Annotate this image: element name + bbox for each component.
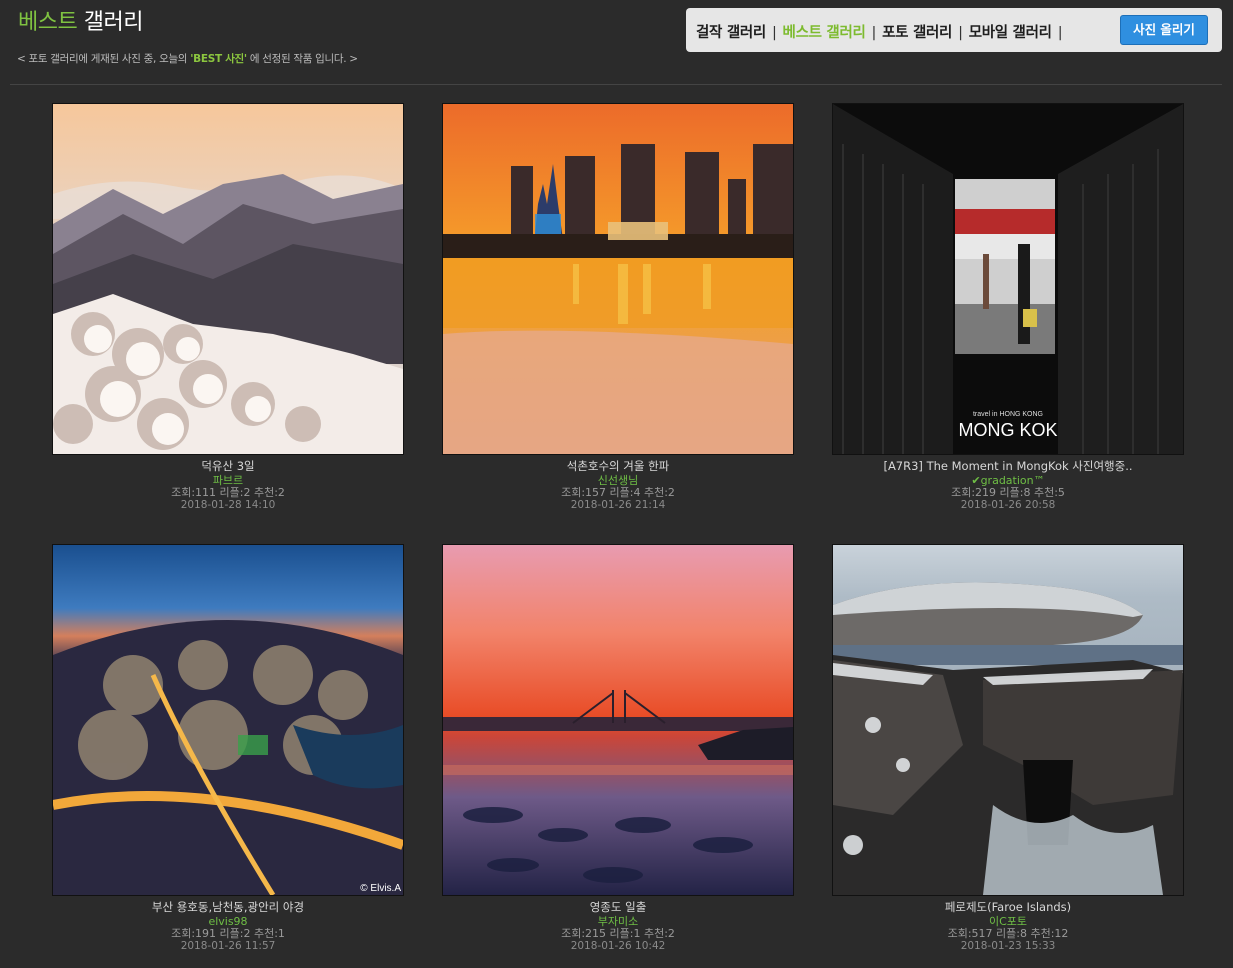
gallery-card[interactable]: 페로제도(Faroe Islands) 이C포토 조회:517 리플:8 추천:… [832,544,1184,952]
photo-thumbnail[interactable]: © Elvis.A [52,544,404,896]
nav-masterpiece-gallery[interactable]: 걸작 갤러리 [696,25,766,41]
busan-night-image: © Elvis.A [53,545,403,895]
gallery-card[interactable]: 덕유산 3일 파브르 조회:111 리플:2 추천:2 2018-01-28 1… [52,103,404,511]
mongkok-alley-image: travel in HONG KONG MONG KOK [833,104,1183,454]
gallery-card[interactable]: 영종도 일출 부자미소 조회:215 리플:1 추천:2 2018-01-26 … [442,544,794,952]
nav-best-gallery[interactable]: 베스트 갤러리 [783,25,866,41]
photo-title[interactable]: 덕유산 3일 [52,459,404,474]
photo-stats: 조회:157 리플:4 추천:2 [561,486,675,499]
photo-thumbnail[interactable] [52,103,404,455]
photo-caption-big: MONG KOK [958,420,1057,440]
photo-title[interactable]: 페로제도(Faroe Islands) [832,900,1184,915]
photo-stats: 조회:219 리플:8 추천:5 [951,486,1065,499]
photo-caption-small: travel in HONG KONG [973,411,1043,418]
photo-date: 2018-01-26 21:14 [570,499,666,511]
photo-title[interactable]: 영종도 일출 [442,900,794,915]
subtitle-best: 'BEST 사진' [190,53,247,65]
photo-thumbnail[interactable] [442,103,794,455]
photo-stats: 조회:215 리플:1 추천:2 [561,927,675,940]
page-title: 베스트 갤러리 [18,4,143,36]
nav-separator: | [771,25,777,41]
photo-thumbnail[interactable]: travel in HONG KONG MONG KOK [832,103,1184,455]
photo-date: 2018-01-28 14:10 [180,499,276,511]
photo-title[interactable]: [A7R3] The Moment in MongKok 사진여행중.. [832,459,1184,474]
photo-title[interactable]: 석촌호수의 겨울 한파 [442,459,794,474]
page-subtitle: < 포토 갤러리에 게재된 사진 중, 오늘의 'BEST 사진' 에 선정된 … [17,51,358,66]
page-title-rest: 갤러리 [83,10,144,35]
header-divider [10,84,1222,85]
gallery-card[interactable]: travel in HONG KONG MONG KOK [A7R3] The … [832,103,1184,511]
nav-separator: | [958,25,963,41]
gallery-card[interactable]: © Elvis.A 부산 용호동,남천동,광안리 야경 elvis98 조회:1… [52,544,404,952]
nav-photo-gallery[interactable]: 포토 갤러리 [882,25,952,41]
photo-title[interactable]: 부산 용호동,남천동,광안리 야경 [52,900,404,915]
photo-date: 2018-01-26 10:42 [570,940,666,952]
photo-stats: 조회:111 리플:2 추천:2 [171,486,285,499]
subtitle-pre: < 포토 갤러리에 게재된 사진 중, 오늘의 [17,53,188,65]
snow-mountain-image [53,104,403,454]
upload-photo-button[interactable]: 사진 올리기 [1120,15,1208,45]
photo-date: 2018-01-26 20:58 [960,499,1056,511]
gallery-card[interactable]: 석촌호수의 겨울 한파 신선생님 조회:157 리플:4 추천:2 2018-0… [442,103,794,511]
photo-stats: 조회:191 리플:2 추천:1 [171,927,285,940]
city-lake-sunset-image [443,104,793,454]
subtitle-post: 에 선정된 작품 입니다. > [249,53,358,65]
nav-separator: | [1057,25,1063,41]
photo-thumbnail[interactable] [442,544,794,896]
photo-date: 2018-01-26 11:57 [180,940,276,952]
photo-date: 2018-01-23 15:33 [960,940,1056,952]
gallery-nav-links: 걸작 갤러리 | 베스트 갤러리 | 포토 갤러리 | 모바일 갤러리 | [696,21,1068,42]
photo-watermark: © Elvis.A [360,883,401,894]
gallery-nav: 걸작 갤러리 | 베스트 갤러리 | 포토 갤러리 | 모바일 갤러리 | 사진 올리기 [686,8,1222,52]
page-title-accent: 베스트 [18,10,78,35]
nav-separator: | [871,25,877,41]
nav-mobile-gallery[interactable]: 모바일 갤러리 [969,25,1052,41]
faroe-cliff-image [833,545,1183,895]
bridge-sunrise-image [443,545,793,895]
photo-thumbnail[interactable] [832,544,1184,896]
photo-stats: 조회:517 리플:8 추천:12 [947,927,1069,940]
